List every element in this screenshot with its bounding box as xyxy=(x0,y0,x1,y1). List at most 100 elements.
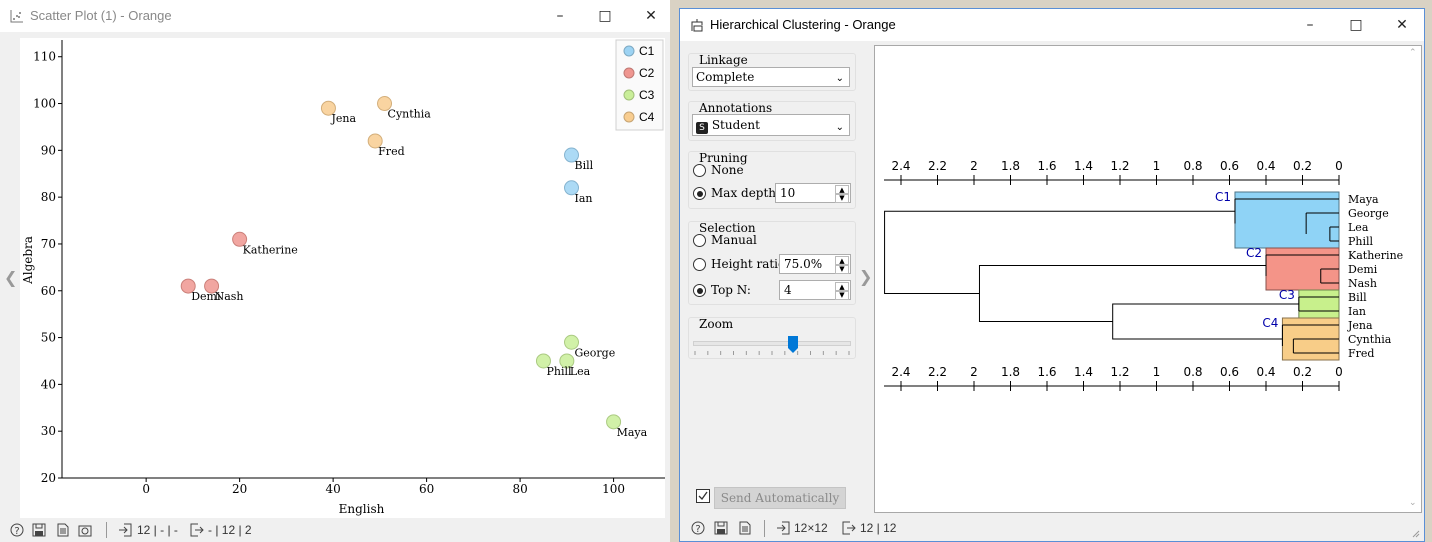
y-tick-label: 50 xyxy=(41,331,56,345)
help-icon[interactable]: ? xyxy=(10,523,24,537)
point-label: Nash xyxy=(215,290,244,303)
close-button[interactable]: ✕ xyxy=(1387,13,1417,37)
top-n-spinbox[interactable]: 4 ▲ ▼ xyxy=(779,280,851,300)
linkage-dropdown[interactable]: Complete ⌄ xyxy=(692,67,850,87)
zoom-slider[interactable] xyxy=(693,336,851,356)
height-ratio-value: 75.0% xyxy=(784,257,823,271)
axis-tick-label: 0.6 xyxy=(1220,159,1239,173)
point-label: Maya xyxy=(617,426,648,439)
annotations-group: Annotations S Student ⌄ xyxy=(688,101,856,141)
scatter-plot-icon xyxy=(10,10,23,23)
radio-label: Top N: xyxy=(711,283,751,297)
axis-tick-label: 2 xyxy=(970,159,978,173)
help-icon[interactable]: ? xyxy=(691,521,705,535)
radio-label: Manual xyxy=(711,233,757,247)
radio-circle xyxy=(693,284,706,297)
hierarchical-clustering-icon xyxy=(691,19,703,32)
height-ratio-spinbox[interactable]: 75.0% ▲ ▼ xyxy=(779,254,851,274)
leaf-label: Lea xyxy=(1348,221,1369,234)
legend-marker xyxy=(623,67,635,79)
dendrogram-link xyxy=(978,265,1266,322)
axis-tick-label: 0.4 xyxy=(1256,159,1275,173)
selection-group: Selection Manual Height ratio: 75.0% ▲ ▼… xyxy=(688,221,856,305)
save-icon[interactable] xyxy=(714,521,728,535)
leaf-label: Phill xyxy=(1348,235,1374,248)
selection-height-ratio-radio[interactable]: Height ratio: xyxy=(693,257,789,273)
save-icon[interactable] xyxy=(32,523,46,537)
axis-tick-label: 0 xyxy=(1335,159,1343,173)
dendrogram-area[interactable]: 2.4 2.2 2 1.8 1.6 1.4 1.2 1 0.8 0.6 0.4 0.2 0 2.4 2.2 2… xyxy=(874,45,1422,513)
scatter-title-bar[interactable]: Scatter Plot (1) - Orange – □ ✕ xyxy=(0,0,670,32)
cluster-label: C4 xyxy=(1262,316,1278,330)
send-automatically-checkbox[interactable] xyxy=(696,489,710,503)
annotations-dropdown[interactable]: S Student ⌄ xyxy=(692,114,850,136)
close-button[interactable]: ✕ xyxy=(636,4,666,28)
resize-grip-icon[interactable] xyxy=(1412,530,1420,538)
spin-down-icon[interactable]: ▼ xyxy=(835,193,849,203)
maximize-button[interactable]: □ xyxy=(1341,13,1371,37)
svg-text:?: ? xyxy=(695,524,700,535)
x-tick-label: 100 xyxy=(602,482,625,496)
point-label: Cynthia xyxy=(388,108,432,121)
leaf-label: Cynthia xyxy=(1348,333,1392,346)
left-expand-arrow-icon[interactable]: ❮ xyxy=(4,268,17,287)
hc-title-bar[interactable]: Hierarchical Clustering - Orange – □ ✕ xyxy=(680,9,1424,41)
annotations-value: Student xyxy=(711,118,760,132)
send-automatically-button[interactable]: Send Automatically xyxy=(714,487,846,509)
input-summary: 12 | - | - xyxy=(137,523,178,537)
leaf-label: Demi xyxy=(1348,263,1378,276)
selection-manual-radio[interactable]: Manual xyxy=(693,233,773,249)
report-icon[interactable] xyxy=(738,521,752,535)
pruning-max-depth-radio[interactable]: Max depth: xyxy=(693,186,780,202)
chevron-down-icon: ⌄ xyxy=(835,122,844,133)
axis-tick-label: 0.8 xyxy=(1183,365,1202,379)
axis-tick-label: 1 xyxy=(1153,365,1161,379)
axis-tick-label: 2 xyxy=(970,365,978,379)
minimize-button[interactable]: – xyxy=(1295,13,1325,37)
collapse-panel-arrow-icon[interactable]: ❯ xyxy=(859,267,872,286)
max-depth-spinbox[interactable]: 10 ▲ ▼ xyxy=(775,183,851,203)
vertical-scrollbar[interactable]: ⌃ ⌄ xyxy=(1409,48,1419,508)
y-tick-label: 70 xyxy=(41,237,56,251)
radio-label: Max depth: xyxy=(711,186,781,200)
input-icon xyxy=(119,523,132,537)
selection-top-n-radio[interactable]: Top N: xyxy=(693,283,773,299)
radio-circle xyxy=(693,187,706,200)
legend-label: C3 xyxy=(639,88,655,102)
x-tick-label: 0 xyxy=(142,482,150,496)
dendrogram-chart[interactable]: 2.4 2.2 2 1.8 1.6 1.4 1.2 1 0.8 0.6 0.4 0.2 0 2.4 2.2 2… xyxy=(875,46,1421,512)
radio-label: None xyxy=(711,163,744,177)
point-label: Phill xyxy=(546,365,572,378)
zoom-group: Zoom xyxy=(688,317,856,359)
output-summary: - | 12 | 2 xyxy=(208,523,252,537)
image-export-icon[interactable] xyxy=(78,523,94,537)
zoom-group-title: Zoom xyxy=(699,317,734,331)
leaf-label: Nash xyxy=(1348,277,1377,290)
axis-tick-label: 0.2 xyxy=(1293,365,1312,379)
y-tick-label: 100 xyxy=(33,97,56,111)
axis-tick-label: 2.2 xyxy=(928,159,947,173)
top-n-value: 4 xyxy=(784,283,792,297)
maximize-button[interactable]: □ xyxy=(590,4,620,28)
scroll-up-icon[interactable]: ⌃ xyxy=(1409,48,1417,58)
spin-down-icon[interactable]: ▼ xyxy=(835,290,849,300)
axis-tick-label: 0.2 xyxy=(1293,159,1312,173)
x-tick-label: 20 xyxy=(232,482,247,496)
scatter-plot-area[interactable]: 20 30 40 50 60 70 80 90 100 110 0 20 40 60 80 100 Englis… xyxy=(20,38,665,518)
pruning-none-radio[interactable]: None xyxy=(693,163,773,179)
minimize-button[interactable]: – xyxy=(545,4,575,28)
window-title: Hierarchical Clustering - Orange xyxy=(710,17,896,32)
y-tick-label: 90 xyxy=(41,143,56,157)
chevron-down-icon: ⌄ xyxy=(835,73,844,84)
radio-circle xyxy=(693,258,706,271)
input-icon xyxy=(777,521,790,535)
scroll-down-icon[interactable]: ⌄ xyxy=(1409,498,1417,508)
spin-down-icon[interactable]: ▼ xyxy=(835,264,849,274)
scatter-chart[interactable]: 20 30 40 50 60 70 80 90 100 110 0 20 40 60 80 100 Englis… xyxy=(20,38,665,518)
axis-tick-label: 1.2 xyxy=(1110,365,1129,379)
dendrogram-link xyxy=(884,210,1235,294)
axis-tick-label: 0.6 xyxy=(1220,365,1239,379)
axis-tick-label: 2.4 xyxy=(891,365,910,379)
report-icon[interactable] xyxy=(56,523,70,537)
point-label: George xyxy=(575,346,616,359)
